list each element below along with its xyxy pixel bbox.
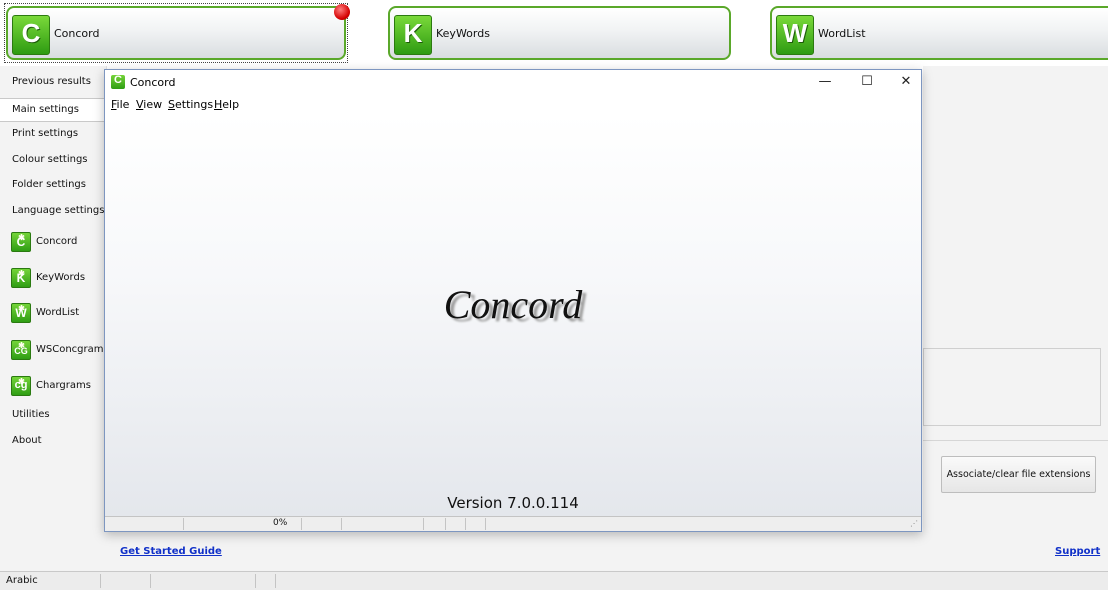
status-divider [183, 518, 184, 530]
status-divider [301, 518, 302, 530]
sidebar-item-label: Main settings [12, 104, 79, 115]
sidebar-item-previous-results[interactable]: Previous results [0, 71, 104, 93]
window-status-bar: 0% ⋰ [105, 516, 921, 531]
status-divider [255, 574, 256, 588]
get-started-guide-link[interactable]: Get Started Guide [120, 546, 222, 557]
status-divider [423, 518, 424, 530]
menu-file[interactable]: File [111, 98, 129, 111]
version-label: Version 7.0.0.114 [447, 494, 579, 512]
divider [923, 440, 1108, 441]
sidebar-item-label: Language settings [12, 205, 105, 216]
settings-panel-background [923, 66, 1108, 571]
keywords-tool-label: KeyWords [436, 27, 490, 40]
sidebar-item-label: Chargrams [36, 380, 91, 391]
focus-indicator [4, 3, 348, 63]
sidebar-item-utilities[interactable]: Utilities [0, 404, 104, 426]
sidebar-item-language-settings[interactable]: Language settings [0, 200, 104, 222]
settings-group-box [923, 348, 1101, 426]
sidebar-item-main-settings[interactable]: Main settings [0, 98, 105, 122]
tool-launcher-bar: C Concord K KeyWords W WordList [0, 0, 1108, 66]
concord-window: C Concord — ☐ ✕ File View Settings Help … [104, 69, 922, 532]
wordlist-icon: ✱ W [11, 303, 31, 323]
window-title: Concord [130, 76, 176, 89]
app-status-bar: Arabic [0, 571, 1108, 590]
sidebar-item-about[interactable]: About [0, 430, 104, 452]
status-divider [100, 574, 101, 588]
sidebar-item-label: Concord [36, 236, 78, 247]
sidebar-item-label: About [12, 435, 42, 446]
language-status: Arabic [6, 575, 38, 586]
sidebar-item-label: Utilities [12, 409, 50, 420]
support-link[interactable]: Support [1055, 546, 1100, 557]
window-title-bar[interactable]: C Concord — ☐ ✕ [105, 70, 921, 94]
menu-view[interactable]: View [136, 98, 162, 111]
wsconcgram-icon: ✱ CG [11, 340, 31, 360]
sidebar-item-label: Previous results [12, 76, 91, 87]
splash-title: Concord [443, 282, 583, 327]
associate-file-extensions-button[interactable]: Associate/clear file extensions [941, 456, 1096, 493]
wordlist-tool-label: WordList [818, 27, 866, 40]
maximize-button[interactable]: ☐ [847, 70, 887, 94]
sidebar-item-colour-settings[interactable]: Colour settings [0, 149, 104, 171]
status-divider [485, 518, 486, 530]
sidebar-item-wordlist[interactable]: ✱ W WordList [0, 301, 104, 325]
keywords-logo-icon: K [394, 15, 432, 55]
sidebar-item-label: Print settings [12, 128, 79, 139]
close-button[interactable]: ✕ [886, 70, 926, 94]
settings-sidebar: Previous results Main settings Print set… [0, 66, 107, 571]
sidebar-item-label: Folder settings [12, 179, 86, 190]
chargrams-icon: ✱ cg [11, 376, 31, 396]
splash-area: Concord Version 7.0.0.114 [105, 114, 921, 516]
sidebar-item-keywords[interactable]: ✱ K KeyWords [0, 266, 104, 290]
status-divider [275, 574, 276, 588]
sidebar-item-chargrams[interactable]: ✱ cg Chargrams [0, 374, 104, 398]
menu-bar: File View Settings Help [105, 94, 921, 114]
settings-footer [106, 531, 1108, 571]
status-divider [341, 518, 342, 530]
status-divider [445, 518, 446, 530]
sidebar-item-folder-settings[interactable]: Folder settings [0, 174, 104, 196]
sidebar-item-concord[interactable]: ✱ C Concord [0, 230, 104, 254]
sidebar-item-label: WSConcgram [36, 344, 104, 355]
minimize-button[interactable]: — [805, 70, 845, 94]
status-divider [465, 518, 466, 530]
keywords-tool-button[interactable]: K KeyWords [388, 6, 731, 60]
resize-grip-icon[interactable]: ⋰ [910, 519, 918, 528]
wordlist-tool-button[interactable]: W WordList [770, 6, 1108, 60]
wordlist-logo-icon: W [776, 15, 814, 55]
status-divider [150, 574, 151, 588]
sidebar-item-label: WordList [36, 307, 80, 318]
concord-icon: ✱ C [11, 232, 31, 252]
sidebar-item-print-settings[interactable]: Print settings [0, 123, 104, 145]
sidebar-item-wsconcgram[interactable]: ✱ CG WSConcgram [0, 338, 104, 362]
notification-dot-icon [334, 4, 350, 20]
keywords-icon: ✱ K [11, 268, 31, 288]
progress-percent: 0% [273, 518, 288, 528]
sidebar-item-label: KeyWords [36, 272, 86, 283]
concord-window-icon: C [111, 74, 125, 89]
menu-settings[interactable]: Settings [168, 98, 213, 111]
menu-help[interactable]: Help [214, 98, 239, 111]
sidebar-item-label: Colour settings [12, 154, 88, 165]
